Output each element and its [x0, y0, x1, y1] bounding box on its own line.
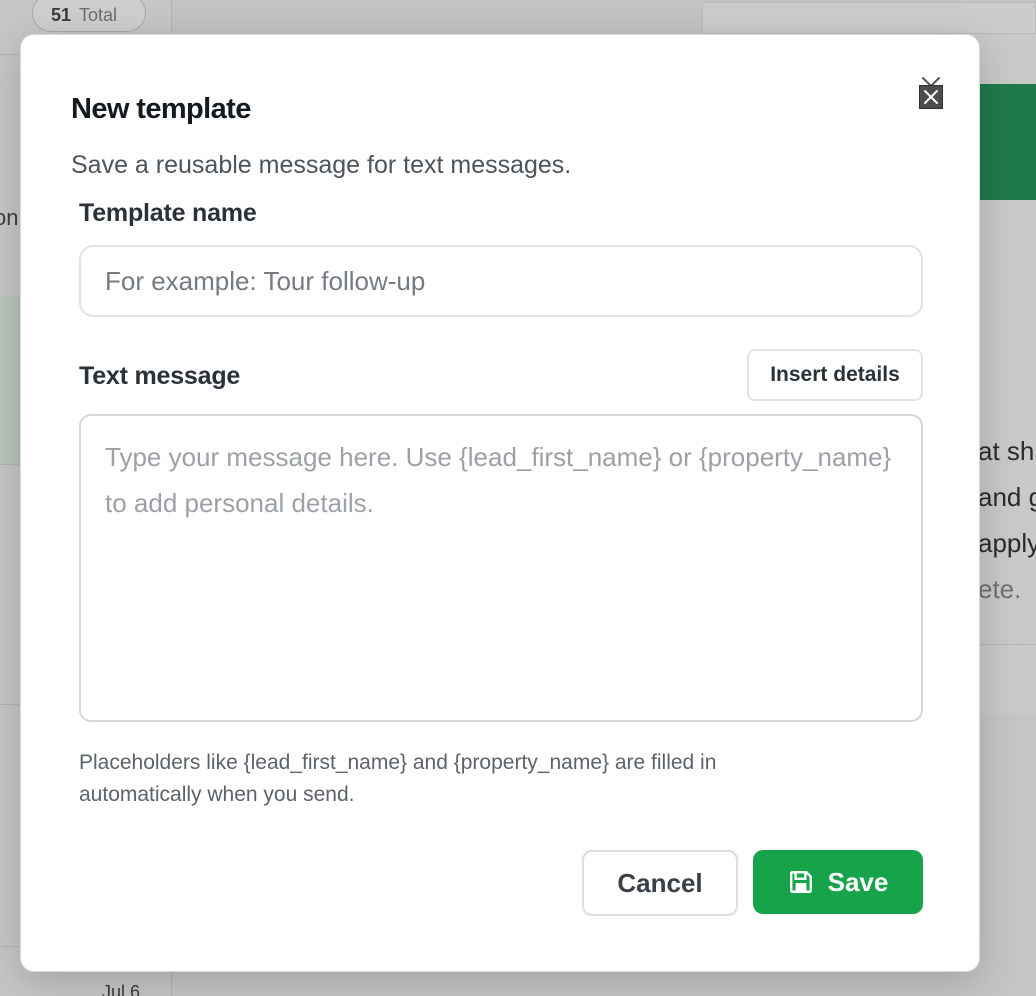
bg-right-text-3: apply — [978, 528, 1036, 558]
close-x-icon — [924, 90, 938, 104]
template-name-input[interactable] — [79, 245, 923, 317]
insert-details-button[interactable]: Insert details — [747, 349, 923, 401]
template-name-label: Template name — [79, 199, 257, 227]
close-icon-box — [919, 85, 943, 109]
text-message-textarea[interactable] — [79, 414, 923, 722]
bg-total-label: Total — [79, 4, 118, 25]
bg-right-text-4: ete. — [978, 574, 1022, 604]
bg-date-fragment: Jul 6 — [102, 982, 141, 996]
bg-total-badge: 51 Total — [32, 0, 146, 32]
save-icon — [788, 869, 814, 895]
bg-total-count: 51 — [51, 4, 72, 25]
placeholder-help-text: Placeholders like {lead_first_name} and … — [79, 751, 717, 806]
bg-right-text-1: at sh — [978, 436, 1035, 466]
close-button[interactable] — [919, 75, 943, 109]
bg-top-card — [702, 2, 1036, 34]
dialog-title: New template — [71, 93, 251, 125]
save-button-label: Save — [827, 866, 889, 897]
new-template-dialog: New template Save a reusable message for… — [20, 34, 980, 972]
dialog-subtitle: Save a reusable message for text message… — [71, 151, 572, 179]
text-message-label: Text message — [79, 362, 241, 390]
save-button[interactable]: Save — [753, 850, 923, 914]
cancel-button[interactable]: Cancel — [582, 850, 738, 916]
bg-right-text-2: and g — [978, 482, 1036, 512]
bg-left-fragment: on — [0, 205, 19, 230]
